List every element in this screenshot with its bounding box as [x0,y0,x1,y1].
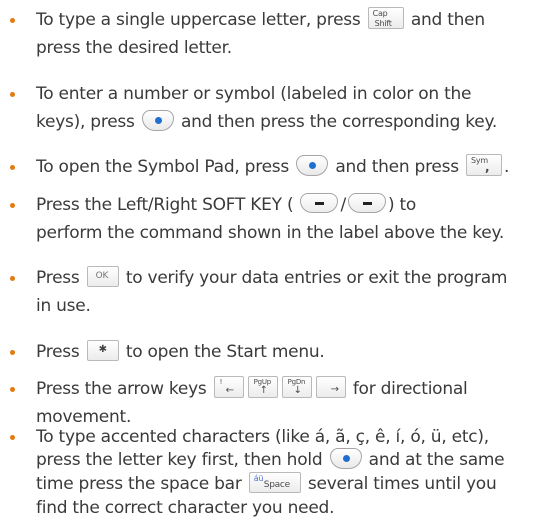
left-arrow-key-icon: ! ← [213,376,244,398]
text-line: To type accented characters (like á, ã, … [36,427,489,447]
bullet-icon [10,165,15,170]
bullet-icon [10,92,15,97]
key-label: OK [95,270,109,281]
bullet-icon [10,276,15,281]
text-fragment: time press the space bar [36,474,242,494]
text-line: To enter a number or symbol (labeled in … [36,84,472,104]
text-fragment: keys), press [36,112,135,132]
text-fragment: Press the Left/Right SOFT KEY ( [36,195,294,215]
right-soft-key-icon [347,193,386,213]
function-key-icon [141,109,174,131]
text-line: find the correct character you need. [36,498,335,518]
bullet-icon [10,350,15,355]
text-line: press the desired letter. [36,38,232,58]
text-line: Press the Left/Right SOFT KEY ( / ) to [36,193,416,217]
text-fragment: press the letter key first, then hold [36,450,323,470]
key-label: Cap [372,9,388,18]
symbol-key-icon: Sym, [466,154,503,176]
text-line: time press the space bar áü Space several… [36,471,497,496]
text-line: To type a single uppercase letter, press… [36,7,485,32]
text-fragment: Press [36,268,80,288]
space-key-icon: áü Space [248,471,301,493]
text-fragment: and then press the corresponding key. [180,112,498,132]
text-fragment: several times until you [307,474,497,494]
text-line: Press the arrow keys ! ← PgUp ↑ PgDn ↓ → for d… [36,376,468,401]
key-label: , [485,160,490,174]
text-line: Press ✱ to open the Start menu. [36,339,325,364]
text-line: To open the Symbol Pad, press and then p… [36,154,510,179]
key-label: ✱ [98,343,107,355]
bullet-icon [10,203,15,208]
text-line: keys), press and then press the correspo… [36,109,498,134]
bullet-icon [10,387,15,392]
text-fragment: to open the Start menu. [125,342,325,362]
bullet-icon [10,435,15,440]
key-label: ! [219,378,223,386]
text-line: perform the command shown in the label a… [36,223,504,243]
instruction-page: To type a single uppercase letter, press… [0,0,536,525]
text-fragment: and at the same [368,450,505,470]
text-fragment: for directional [352,379,468,399]
text-fragment: ) to [387,195,417,215]
function-key-icon [296,154,329,176]
left-soft-key-icon [300,193,339,213]
up-arrow-key-icon: PgUp ↑ [247,376,278,398]
ok-key-icon: OK [86,265,119,287]
function-key-icon [329,447,362,469]
key-label: ↑ [259,385,268,396]
key-label: → [330,384,339,395]
text-line: Press OK to verify your data entries or … [36,265,508,290]
text-fragment: To open the Symbol Pad, press [36,157,289,177]
cap-shift-key-icon: Cap Shift [367,7,404,29]
key-label: áü [253,473,264,483]
text-line: in use. [36,296,91,316]
text-fragment: and then press [335,157,459,177]
text-fragment: to verify your data entries or exit the … [125,268,508,288]
key-label: ← [225,385,234,396]
text-fragment: Press the arrow keys [36,379,207,399]
text-fragment: / [340,195,346,215]
key-label: ↓ [293,385,302,396]
text-fragment: . [504,157,510,177]
text-line: press the letter key first, then hold an… [36,447,505,472]
text-fragment: Press [36,342,80,362]
bullet-icon [10,18,15,23]
start-key-icon: ✱ [86,339,119,361]
text-fragment: and then [410,10,485,30]
right-arrow-key-icon: → [315,376,346,398]
text-fragment: To type a single uppercase letter, press [36,10,361,30]
key-label: Space [263,479,290,490]
down-arrow-key-icon: PgDn ↓ [281,376,312,398]
key-label: Shift [374,19,392,28]
